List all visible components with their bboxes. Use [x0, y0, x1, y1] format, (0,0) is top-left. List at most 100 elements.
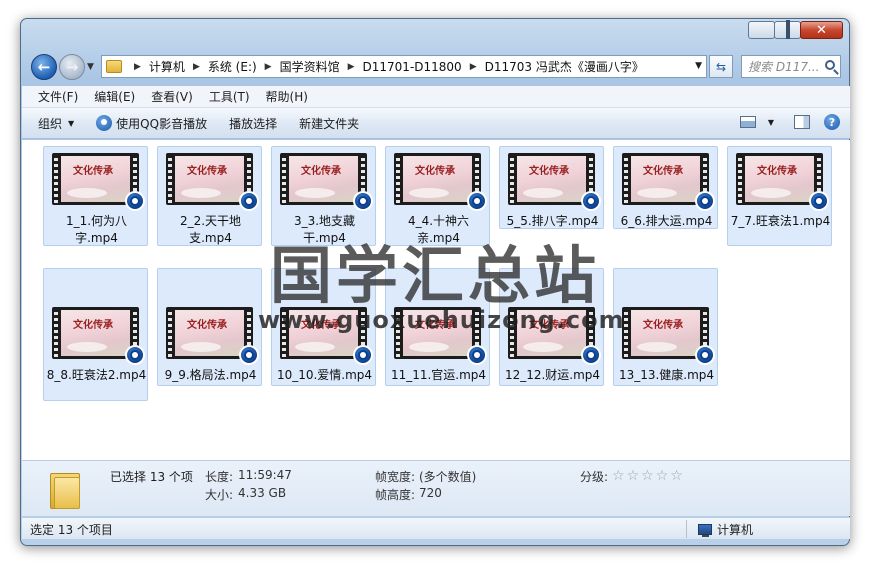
qq-video-badge-icon	[353, 345, 373, 365]
minimize-button[interactable]	[748, 21, 775, 39]
file-name: 11_11.官运.mp4	[390, 368, 487, 382]
qq-video-badge-icon	[239, 345, 259, 365]
file-item[interactable]: 文化传承 1_1.何为八字.mp4	[43, 146, 148, 246]
menu-file[interactable]: 文件(F)	[38, 88, 78, 105]
file-item[interactable]: 文化传承 5_5.排八字.mp4	[499, 146, 604, 229]
thumbnail-caption: 文化传承	[187, 166, 227, 177]
thumbnail-caption: 文化传承	[757, 166, 797, 177]
refresh-button[interactable]: ⇆	[709, 55, 733, 78]
thumbnail-caption: 文化传承	[643, 320, 683, 331]
rating-stars[interactable]: ☆ ☆ ☆ ☆ ☆	[612, 469, 685, 483]
menu-bar: 文件(F) 编辑(E) 查看(V) 工具(T) 帮助(H)	[22, 86, 850, 108]
window-controls: ✕	[748, 21, 843, 39]
recent-pages-dropdown[interactable]: ▼	[87, 62, 94, 72]
qq-video-badge-icon	[581, 191, 601, 211]
breadcrumb-range[interactable]: D11701-D11800	[363, 60, 462, 74]
new-folder-button[interactable]: 新建文件夹	[299, 115, 359, 132]
status-divider	[686, 520, 687, 538]
organize-label: 组织	[38, 116, 63, 131]
status-location-label: 计算机	[717, 523, 754, 537]
length-value: 11:59:47	[238, 468, 292, 482]
breadcrumb-computer[interactable]: 计算机	[149, 58, 185, 75]
change-view-icon[interactable]	[739, 116, 756, 128]
status-selected-count: 选定 13 个项目	[30, 523, 113, 537]
help-icon[interactable]: ?	[824, 114, 840, 130]
qq-video-badge-icon	[809, 191, 829, 211]
back-arrow-icon: ←	[37, 58, 51, 76]
thumbnail-caption: 文化传承	[73, 166, 113, 177]
toolbar-right: ▼ ?	[739, 114, 840, 130]
file-name: 6_6.排大运.mp4	[620, 214, 713, 228]
file-item[interactable]: 文化传承 6_6.排大运.mp4	[613, 146, 718, 229]
maximize-button[interactable]	[774, 21, 801, 39]
command-bar: 组织 ▼ 使用QQ影音播放 播放选择 新建文件夹 ▼ ?	[22, 108, 850, 139]
watermark-title: 国学汇总站	[270, 239, 601, 312]
close-button[interactable]: ✕	[800, 21, 843, 39]
organize-button[interactable]: 组织 ▼	[38, 115, 74, 132]
qq-video-badge-icon	[239, 191, 259, 211]
file-item[interactable]: 文化传承 2_2.天干地支.mp4	[157, 146, 262, 246]
play-with-qq-button[interactable]: 使用QQ影音播放	[96, 115, 207, 132]
menu-help[interactable]: 帮助(H)	[266, 88, 308, 105]
view-options-dropdown[interactable]: ▼	[768, 118, 774, 127]
menu-edit[interactable]: 编辑(E)	[94, 88, 135, 105]
back-button[interactable]: ←	[31, 54, 57, 80]
file-name: 9_9.格局法.mp4	[164, 368, 257, 382]
qq-video-badge-icon	[695, 191, 715, 211]
address-dropdown-icon[interactable]: ▼	[695, 61, 702, 71]
preview-pane-icon[interactable]	[794, 115, 810, 129]
chevron-right-icon[interactable]: ▶	[470, 62, 477, 72]
chevron-right-icon[interactable]: ▶	[348, 62, 355, 72]
menu-view[interactable]: 查看(V)	[151, 88, 193, 105]
chevron-right-icon[interactable]: ▶	[134, 62, 141, 72]
qq-video-badge-icon	[125, 345, 145, 365]
file-item[interactable]: 文化传承 8_8.旺衰法2.mp4	[43, 268, 148, 401]
file-item[interactable]: 文化传承 9_9.格局法.mp4	[157, 268, 262, 386]
star-icon[interactable]: ☆	[612, 469, 625, 483]
details-pane: 已选择 13 个项 长度: 11:59:47 大小: 4.33 GB 帧宽度: …	[22, 460, 850, 516]
breadcrumb-library[interactable]: 国学资料馆	[280, 58, 340, 75]
close-icon: ✕	[816, 22, 827, 38]
folder-icon	[106, 60, 122, 73]
refresh-icon: ⇆	[715, 59, 727, 74]
frame-width-value: (多个数值)	[419, 470, 477, 484]
breadcrumb-current[interactable]: D11703 冯武杰《漫画八字》	[485, 58, 644, 75]
status-location: 计算机	[698, 521, 753, 538]
file-name: 8_8.旺衰法2.mp4	[46, 368, 147, 382]
computer-icon	[698, 524, 712, 537]
qq-video-badge-icon	[353, 191, 373, 211]
frame-height-label: 帧高度:	[375, 488, 416, 502]
star-icon[interactable]: ☆	[627, 469, 640, 483]
file-name: 7_7.旺衰法1.mp4	[730, 214, 831, 228]
address-bar[interactable]: ▶ 计算机 ▶ 系统 (E:) ▶ 国学资料馆 ▶ D11701-D11800 …	[101, 55, 707, 78]
file-name: 1_1.何为八字.mp4	[65, 214, 128, 245]
menu-tools[interactable]: 工具(T)	[209, 88, 250, 105]
breadcrumb-drive[interactable]: 系统 (E:)	[208, 58, 257, 75]
qq-video-badge-icon	[581, 345, 601, 365]
qq-video-badge-icon	[695, 345, 715, 365]
star-icon[interactable]: ☆	[670, 469, 683, 483]
thumbnail-caption: 文化传承	[529, 166, 569, 177]
rating-label: 分级:	[580, 470, 609, 484]
chevron-right-icon[interactable]: ▶	[265, 62, 272, 72]
star-icon[interactable]: ☆	[641, 469, 654, 483]
size-value: 4.33 GB	[238, 486, 287, 500]
file-item[interactable]: 文化传承 7_7.旺衰法1.mp4	[727, 146, 832, 246]
frame-width-label: 帧宽度:	[375, 470, 416, 484]
forward-button[interactable]: →	[59, 54, 85, 80]
search-input[interactable]: 搜索 D117...	[741, 55, 841, 78]
file-name: 13_13.健康.mp4	[618, 368, 715, 382]
maximize-icon	[786, 23, 790, 37]
star-icon[interactable]: ☆	[656, 469, 669, 483]
chevron-right-icon[interactable]: ▶	[193, 62, 200, 72]
frame-height-value: 720	[419, 486, 442, 500]
file-item[interactable]: 文化传承 13_13.健康.mp4	[613, 268, 718, 386]
play-selection-button[interactable]: 播放选择	[229, 115, 277, 132]
thumbnail-caption: 文化传承	[187, 320, 227, 331]
file-name: 2_2.天干地支.mp4	[179, 214, 242, 245]
thumbnail-caption: 文化传承	[415, 166, 455, 177]
search-icon[interactable]	[825, 60, 835, 70]
thumbnail-caption: 文化传承	[73, 320, 113, 331]
status-bar: 选定 13 个项目 计算机	[22, 517, 850, 539]
qq-video-badge-icon	[467, 345, 487, 365]
